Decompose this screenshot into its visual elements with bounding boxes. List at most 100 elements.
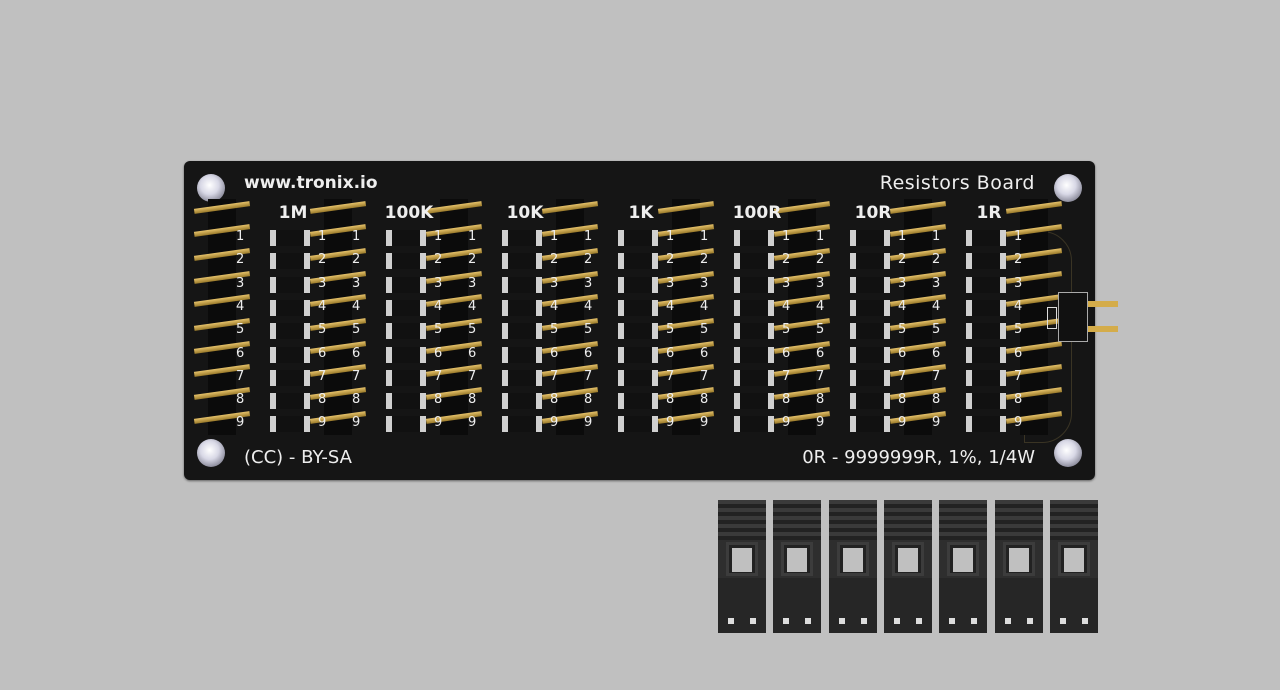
- jumper-window: [732, 548, 752, 572]
- resistor: [270, 323, 310, 340]
- jumper-body: [718, 578, 766, 633]
- resistor: [966, 323, 1006, 340]
- resistor: [502, 253, 542, 270]
- resistor: [850, 299, 890, 316]
- jumper-grip: [939, 500, 988, 540]
- row-number: 5: [666, 322, 675, 338]
- resistor: [502, 416, 542, 433]
- row-number: 4: [1014, 298, 1023, 314]
- jumper-contact: [783, 618, 790, 624]
- row-number: 8: [352, 392, 361, 408]
- column-header-10k: 10K: [506, 203, 544, 223]
- row-number: 6: [584, 345, 593, 361]
- row-number: 7: [318, 368, 327, 384]
- jumper-grip: [828, 500, 877, 540]
- row-number: 3: [898, 275, 907, 291]
- jumper-contact: [838, 618, 845, 624]
- row-number: 3: [932, 275, 941, 291]
- mounting-hole-bottom-left: [197, 439, 225, 467]
- resistor: [734, 230, 774, 246]
- jumper-contact: [805, 618, 812, 624]
- row-number: 8: [816, 392, 825, 408]
- jumper-body: [773, 578, 822, 633]
- row-number: 7: [550, 368, 559, 384]
- jumper-body: [994, 578, 1043, 633]
- row-number: 8: [318, 392, 327, 408]
- resistor: [966, 346, 1006, 363]
- row-number: 9: [898, 415, 907, 431]
- row-number: 6: [236, 345, 245, 361]
- row-number: 3: [468, 275, 477, 291]
- row-number: 4: [816, 298, 825, 314]
- row-number: 4: [236, 298, 245, 314]
- resistor: [270, 346, 310, 363]
- row-number: 5: [468, 322, 477, 338]
- row-number: 3: [434, 275, 443, 291]
- row-number: 7: [584, 368, 593, 384]
- row-number: 2: [932, 252, 941, 268]
- jumper-window: [1008, 548, 1029, 572]
- row-number: 7: [782, 368, 791, 384]
- row-number: 2: [666, 252, 675, 268]
- column-header-100k: 100K: [384, 203, 434, 223]
- resistor: [618, 416, 658, 433]
- row-number: 9: [236, 415, 245, 431]
- row-number: 7: [236, 368, 245, 384]
- resistor: [734, 369, 774, 386]
- row-number: 6: [1014, 345, 1023, 361]
- connector-pin: [1088, 301, 1118, 307]
- resistor: [850, 416, 890, 433]
- resistor: [386, 276, 426, 293]
- jumper-contact: [1026, 618, 1033, 624]
- resistor: [270, 299, 310, 316]
- resistor: [502, 369, 542, 386]
- resistor: [618, 346, 658, 363]
- resistor: [734, 276, 774, 293]
- resistor: [850, 253, 890, 270]
- row-number: 5: [898, 322, 907, 338]
- row-number: 2: [782, 252, 791, 268]
- row-number: 6: [550, 345, 559, 361]
- row-number: 9: [434, 415, 443, 431]
- row-number: 9: [1014, 415, 1023, 431]
- row-number: 7: [932, 368, 941, 384]
- resistor: [386, 346, 426, 363]
- jumper: [828, 500, 877, 633]
- row-number: 6: [782, 345, 791, 361]
- jumper-window: [787, 548, 808, 572]
- row-number: 1: [666, 229, 675, 244]
- jumper-grip: [1049, 500, 1098, 540]
- row-number: 4: [700, 298, 709, 314]
- board-license: (CC) - BY-SA: [244, 447, 352, 468]
- row-number: 8: [666, 392, 675, 408]
- row-number: 4: [434, 298, 443, 314]
- row-number: 8: [236, 392, 245, 408]
- row-number: 4: [352, 298, 361, 314]
- resistor: [386, 416, 426, 433]
- pcb-board: www.tronix.io Resistors Board (CC) - BY-…: [184, 161, 1095, 480]
- row-number: 6: [898, 345, 907, 361]
- row-number: 8: [782, 392, 791, 408]
- side-connector: [1047, 292, 1088, 342]
- row-number: 7: [816, 368, 825, 384]
- row-number: 5: [1014, 322, 1023, 338]
- row-number: 4: [898, 298, 907, 314]
- row-number: 4: [318, 298, 327, 314]
- jumper-contact: [893, 618, 900, 624]
- row-number: 1: [1014, 229, 1023, 244]
- resistor: [270, 230, 310, 246]
- row-number: 3: [700, 275, 709, 291]
- row-number: 3: [236, 275, 245, 291]
- resistor: [502, 323, 542, 340]
- jumper-contact: [728, 618, 734, 624]
- row-number: 7: [352, 368, 361, 384]
- resistor: [618, 299, 658, 316]
- row-number: 6: [932, 345, 941, 361]
- resistor: [386, 323, 426, 340]
- row-number: 8: [434, 392, 443, 408]
- row-number: 5: [434, 322, 443, 338]
- row-number: 1: [816, 229, 825, 244]
- column-header-1k: 1K: [628, 203, 654, 223]
- row-number: 7: [700, 368, 709, 384]
- jumper-grip: [773, 500, 822, 540]
